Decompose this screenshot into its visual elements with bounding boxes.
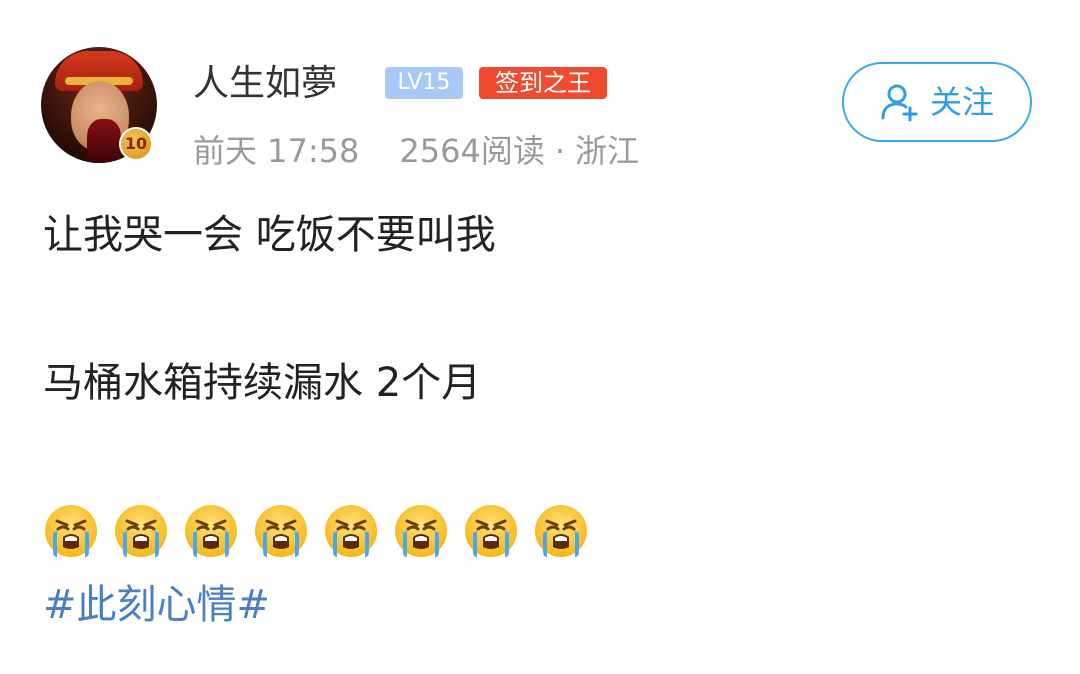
avatar-wine-glass bbox=[87, 119, 121, 163]
loudly-crying-face-icon bbox=[535, 505, 587, 557]
loudly-crying-face-icon bbox=[255, 505, 307, 557]
read-count: 2564阅读 bbox=[399, 132, 545, 170]
loudly-crying-face-icon bbox=[395, 505, 447, 557]
post-meta: 前天 17:58 2564阅读 · 浙江 bbox=[193, 130, 639, 172]
follow-button-label: 关注 bbox=[929, 83, 994, 121]
title-badge[interactable]: 签到之王 bbox=[479, 67, 607, 99]
follow-button[interactable]: 关注 bbox=[842, 62, 1032, 142]
post-text-line-1: 让我哭一会 吃饭不要叫我 bbox=[43, 212, 496, 258]
meta-separator: · bbox=[554, 132, 566, 170]
rank-badge: 10 bbox=[119, 127, 153, 161]
loudly-crying-face-icon bbox=[115, 505, 167, 557]
post-location: 浙江 bbox=[575, 132, 640, 170]
loudly-crying-face-icon bbox=[465, 505, 517, 557]
hashtag-link[interactable]: #此刻心情# bbox=[43, 580, 270, 630]
loudly-crying-face-icon bbox=[325, 505, 377, 557]
emoji-row bbox=[43, 503, 603, 559]
loudly-crying-face-icon bbox=[45, 505, 97, 557]
post-text-line-2: 马桶水箱持续漏水 2个月 bbox=[43, 360, 482, 406]
loudly-crying-face-icon bbox=[185, 505, 237, 557]
add-user-icon bbox=[881, 84, 918, 122]
username[interactable]: 人生如夢 bbox=[193, 62, 337, 106]
level-badge: LV15 bbox=[385, 67, 463, 99]
post-time: 前天 17:58 bbox=[193, 132, 360, 170]
